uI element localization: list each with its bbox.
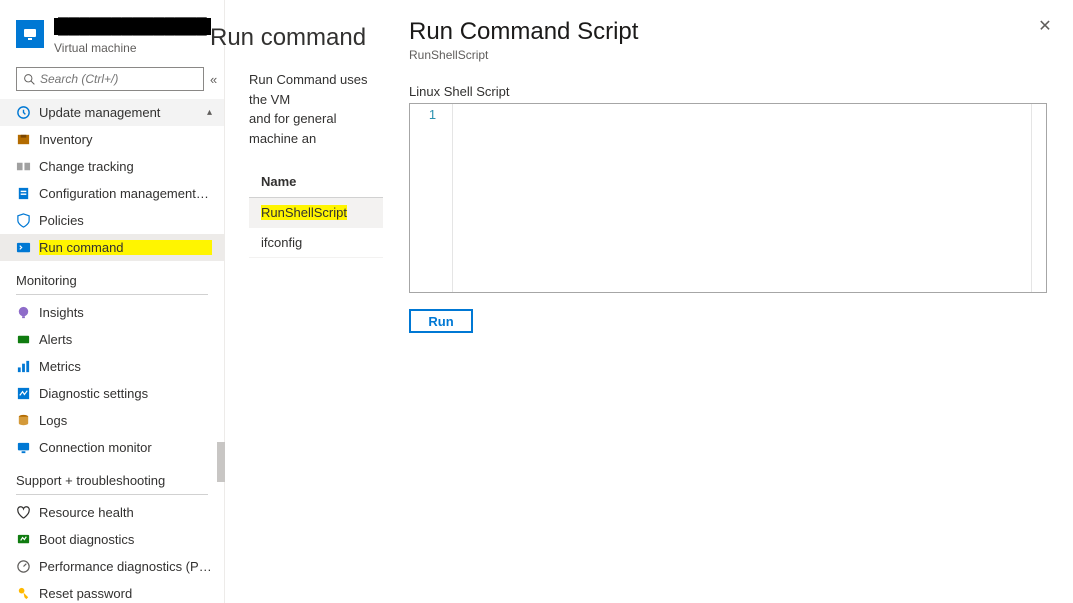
sidebar-item-label: Alerts (39, 332, 212, 347)
sidebar-item-metrics[interactable]: Metrics (0, 353, 224, 380)
divider (16, 494, 208, 495)
vm-name-redacted: ██████████████ (54, 18, 211, 35)
sidebar-item-label: Diagnostic settings (39, 386, 212, 401)
alerts-icon (16, 332, 31, 347)
sidebar-scrollbar[interactable] (216, 86, 225, 603)
sidebar-item-configuration-management[interactable]: Configuration management (… (0, 180, 224, 207)
sidebar-item-label: Boot diagnostics (39, 532, 212, 547)
sidebar-item-update-management[interactable]: Update management ▴ (0, 99, 224, 126)
search-input[interactable] (40, 72, 197, 86)
diag-settings-icon (16, 386, 31, 401)
panel-subtitle: RunShellScript (409, 48, 1047, 62)
section-support: Support + troubleshooting (0, 461, 224, 492)
resource-header: ██████████████ Virtual machine (0, 0, 224, 59)
sidebar-item-label: Metrics (39, 359, 212, 374)
nav-menu: Update management ▴ Inventory Change tra… (0, 99, 224, 603)
sidebar-item-policies[interactable]: Policies (0, 207, 224, 234)
divider (16, 294, 208, 295)
change-tracking-icon (16, 159, 31, 174)
boot-diag-icon (16, 532, 31, 547)
search-box[interactable] (16, 67, 204, 91)
sidebar-item-label: Update management (39, 105, 199, 120)
sidebar-item-insights[interactable]: Insights (0, 299, 224, 326)
sidebar-item-label: Logs (39, 413, 212, 428)
sidebar: ██████████████ Virtual machine « Update … (0, 0, 225, 603)
policies-icon (16, 213, 31, 228)
sidebar-item-label: Reset password (39, 586, 212, 601)
metrics-icon (16, 359, 31, 374)
panel-title: Run Command Script (409, 18, 1047, 46)
section-monitoring: Monitoring (0, 261, 224, 292)
run-command-icon (16, 240, 31, 255)
run-button[interactable]: Run (409, 309, 473, 333)
sidebar-item-diagnostic-settings[interactable]: Diagnostic settings (0, 380, 224, 407)
chevron-up-icon: ▴ (207, 107, 212, 118)
sidebar-item-inventory[interactable]: Inventory (0, 126, 224, 153)
field-label-script: Linux Shell Script (409, 84, 1047, 99)
sidebar-item-label: Configuration management (… (39, 186, 212, 201)
sidebar-item-label: Run command (39, 240, 212, 255)
conn-monitor-icon (16, 440, 31, 455)
perf-diag-icon (16, 559, 31, 574)
resource-health-icon (16, 505, 31, 520)
reset-pwd-icon (16, 586, 31, 601)
line-number: 1 (410, 107, 452, 122)
sidebar-item-label: Resource health (39, 505, 212, 520)
sidebar-item-label: Inventory (39, 132, 212, 147)
sidebar-item-connection-monitor[interactable]: Connection monitor (0, 434, 224, 461)
sidebar-item-boot-diagnostics[interactable]: Boot diagnostics (0, 526, 224, 553)
sidebar-item-resource-health[interactable]: Resource health (0, 499, 224, 526)
config-mgmt-icon (16, 186, 31, 201)
insights-icon (16, 305, 31, 320)
editor-scrollbar[interactable] (1032, 104, 1046, 292)
sidebar-item-label: Insights (39, 305, 212, 320)
description: Run Command uses the VM and for general … (249, 70, 389, 148)
sidebar-item-label: Change tracking (39, 159, 212, 174)
run-command-script-panel: ✕ Run Command Script RunShellScript Linu… (383, 0, 1073, 603)
update-icon (16, 105, 31, 120)
vm-icon (16, 20, 44, 48)
script-input[interactable] (452, 104, 1032, 292)
sidebar-item-label: Performance diagnostics (Pre… (39, 559, 212, 574)
sidebar-item-alerts[interactable]: Alerts (0, 326, 224, 353)
sidebar-item-label: Connection monitor (39, 440, 212, 455)
logs-icon (16, 413, 31, 428)
inventory-icon (16, 132, 31, 147)
editor-gutter: 1 (410, 104, 452, 292)
sidebar-item-logs[interactable]: Logs (0, 407, 224, 434)
sidebar-item-run-command[interactable]: Run command (0, 234, 224, 261)
sidebar-item-label: Policies (39, 213, 212, 228)
sidebar-item-reset-password[interactable]: Reset password (0, 580, 224, 603)
sidebar-item-change-tracking[interactable]: Change tracking (0, 153, 224, 180)
close-icon[interactable]: ✕ (1035, 16, 1055, 36)
script-editor[interactable]: 1 (409, 103, 1047, 293)
vm-subtitle: Virtual machine (54, 41, 214, 55)
page-title: Run command (210, 24, 366, 52)
sidebar-item-performance-diagnostics[interactable]: Performance diagnostics (Pre… (0, 553, 224, 580)
